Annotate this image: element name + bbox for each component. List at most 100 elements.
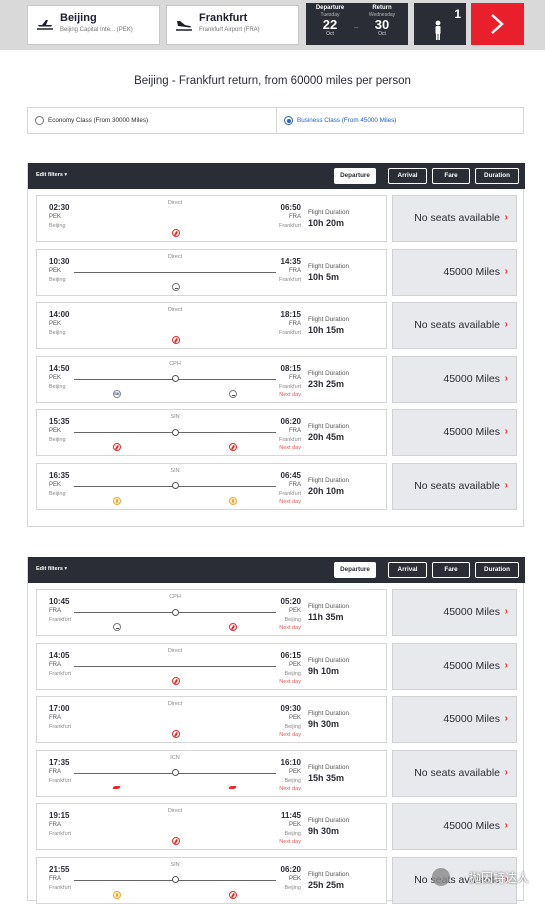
return-date[interactable]: Return Wednesday 30 Oct [362,5,402,37]
stop-label: ICN [170,754,180,761]
arrival-city: Beijing [284,884,301,891]
airline-logo-icon: SK [113,389,121,398]
date-separator: – [354,23,359,32]
chevron-right-icon: › [504,372,508,384]
duration-label: Flight Duration [308,369,349,377]
sort-arrival-button[interactable]: Arrival [388,168,427,184]
arrival-city: Frankfurt [278,383,301,390]
flight-row[interactable]: 17:35 FRA Frankfurt 16:10 PEK Beijing Next day… [36,749,387,797]
destination-field[interactable]: Frankfurt Frankfurt Airport (FRA) [166,5,299,45]
route-line [74,665,276,667]
airline-logo-icon [229,890,237,899]
arrival-time: 18:15 [280,310,301,319]
fare-button[interactable]: No seats available › [392,302,517,349]
search-submit-button[interactable] [471,3,524,45]
departure-time: 02:30 [49,203,70,212]
arrival-time: 06:50 [280,203,301,212]
arrival-code: FRA [289,481,301,488]
duration-label: Flight Duration [308,870,349,878]
chevron-right-icon: › [504,479,508,491]
fare-button[interactable]: 45000 Miles › [392,248,517,296]
origin-field[interactable]: Beijing Beijing Capital Inte... (PEK) [27,5,160,45]
flight-row[interactable]: 17:00 FRA Frankfurt 09:30 PEK Beijing Next day… [36,696,387,743]
duration-label: Flight Duration [308,262,349,270]
economy-radio[interactable] [35,116,44,125]
business-radio[interactable] [284,116,293,125]
arrival-city: Beijing [284,777,301,784]
fare-button[interactable]: No seats available › [392,195,517,242]
stop-label: SIN [170,861,180,868]
fare-button[interactable]: No seats available › [392,749,517,797]
chevron-right-icon: › [504,820,508,831]
arrival-code: PEK [288,715,301,721]
fare-button[interactable]: 45000 Miles › [392,803,517,850]
arrival-code: PEK [288,822,301,828]
flight-duration: Flight Duration 25h 25m [308,858,386,903]
fare-button[interactable]: 45000 Miles › [392,589,517,636]
flight-duration: Flight Duration 11h 35m [308,590,386,635]
flight-row[interactable]: 16:35 PEK Beijing 06:45 FRA Frankfurt Next day… [36,462,387,510]
departure-label: Departure [315,5,345,11]
edit-filters-button[interactable]: Edit filters ▾ [36,172,67,178]
arrival-time: 11:45 [280,811,301,820]
flight-duration: Flight Duration 23h 25m [308,357,386,402]
arrival-city: Frankfurt [278,437,301,443]
stop-label: SIN [170,467,180,474]
sort-fare-button[interactable]: Fare [432,168,470,184]
stop-label: Direct [167,253,183,260]
arrival-city: Frankfurt [278,276,301,283]
arrival-code: PEK [288,608,301,614]
flight-row[interactable]: 21:55 FRA Frankfurt 06:20 PEK Beijing SIN Fligh… [36,856,387,904]
sort-duration-button[interactable]: Duration [475,562,519,578]
sort-arrival-button[interactable]: Arrival [388,562,427,578]
destination-city: Frankfurt [199,12,248,24]
fare-button[interactable]: 45000 Miles › [392,355,517,403]
cabin-option-business[interactable]: Business Class (From 45000 Miles) [276,108,523,133]
date-selector[interactable]: Departure Tuesday 22 Oct – Return Wednes… [306,3,408,45]
fare-button[interactable]: No seats available › [392,462,517,510]
departure-time: 16:35 [49,470,70,480]
fare-text: 45000 Miles [443,265,500,278]
stop-label: Direct [167,307,183,313]
edit-filters-button[interactable]: Edit filters ▾ [36,566,67,572]
flight-row[interactable]: 15:35 PEK Beijing 06:20 FRA Frankfurt Next day… [36,409,387,456]
flight-row[interactable]: 14:50 PEK Beijing 08:15 FRA Frankfurt Next day… [36,355,387,403]
departure-city: Beijing [49,437,66,443]
sort-departure-button[interactable]: Departure [334,168,376,184]
flight-row[interactable]: 02:30 PEK Beijing 06:50 FRA Frankfurt Direct Fl… [36,195,387,242]
flight-row[interactable]: 10:45 FRA Frankfurt 05:20 PEK Beijing Next day… [36,589,387,636]
duration-label: Flight Duration [308,209,349,216]
passenger-selector[interactable]: 1 [414,3,466,45]
departure-city: Beijing [49,223,66,229]
flight-row[interactable]: 14:05 FRA Frankfurt 06:15 PEK Beijing Next day… [36,642,387,690]
chevron-right-icon: › [504,426,508,437]
stop-label: CPH [169,594,181,600]
duration-label: Flight Duration [308,710,349,717]
sort-duration-button[interactable]: Duration [475,168,519,184]
duration-value: 11h 35m [308,612,344,622]
flight-row[interactable]: 19:15 FRA Frankfurt 11:45 PEK Beijing Next day… [36,803,387,850]
sort-fare-button[interactable]: Fare [432,562,470,578]
destination-airport: Frankfurt Airport (FRA) [199,27,260,33]
chevron-right-icon: › [504,319,508,330]
flight-row[interactable]: 10:30 PEK Beijing 14:35 FRA Frankfurt Direct Fl… [36,248,387,296]
cabin-option-economy[interactable]: Economy Class (From 30000 Miles) [28,108,276,133]
departure-time: 17:35 [49,757,70,767]
departure-date[interactable]: Departure Tuesday 22 Oct [310,5,350,37]
fare-button[interactable]: 45000 Miles › [392,696,517,743]
economy-label: Economy Class (From 30000 Miles) [48,117,149,124]
arrival-code: PEK [288,661,301,668]
fare-text: No seats available [414,319,500,331]
fare-button[interactable]: 45000 Miles › [392,642,517,690]
flight-duration: Flight Duration 20h 45m [308,410,386,455]
departure-city: Beijing [49,490,66,497]
sort-departure-button[interactable]: Departure [334,562,376,578]
arrival-time: 14:35 [280,256,301,266]
airline-logo-icon [229,443,237,451]
fare-button[interactable]: 45000 Miles › [392,409,517,456]
flight-row[interactable]: 14:00 PEK Beijing 18:15 FRA Frankfurt Direct Fl… [36,302,387,349]
departure-time: 21:55 [49,864,70,874]
flight-duration: Flight Duration 9h 30m [308,697,386,742]
page-title: Beijing - Frankfurt return, from 60000 m… [134,75,411,87]
duration-value: 10h 20m [308,218,345,228]
